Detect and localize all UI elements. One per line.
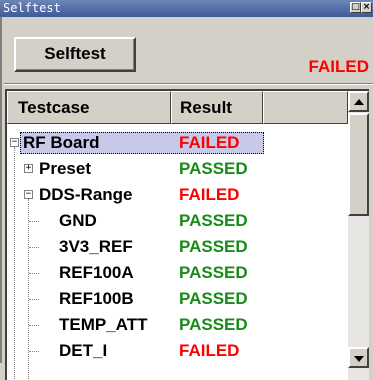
tree-connector [29,299,39,300]
tree-row[interactable]: REF100A PASSED [7,260,348,286]
result-badge: FAILED [179,341,240,360]
testcase-table[interactable]: Testcase Result − RF Board FAILED + Preset PA… [5,89,369,380]
tree-connector [29,273,39,274]
arrow-down-icon [354,356,364,362]
testcase-name: GND [59,211,97,230]
tree-row[interactable]: GND PASSED [7,208,348,234]
result-badge: PASSED [179,315,248,334]
tree-connector [29,325,39,326]
tree-connector [29,351,39,352]
title-bar: Selftest □ × [0,0,373,17]
table-header: Testcase Result [7,91,348,124]
testcase-name: REF100A [59,263,134,282]
testcase-name: 3V3_REF [59,237,133,256]
tree-row[interactable]: 3V3_REF PASSED [7,234,348,260]
testcase-name: Preset [39,159,91,178]
tree-row[interactable]: − DDS-Range FAILED [7,182,348,208]
tree-connector [29,247,39,248]
scroll-down-button[interactable] [348,347,369,368]
testcase-name: DDS-Range [39,185,133,204]
vertical-scrollbar[interactable] [348,91,369,380]
overall-status-label: FAILED [308,57,369,76]
column-header-result[interactable]: Result [171,91,263,124]
close-icon[interactable]: × [361,2,372,13]
tree-connector [29,221,39,222]
window-title: Selftest [3,1,61,15]
testcase-name: DET_I [59,341,108,360]
tree-row[interactable]: − RF Board FAILED [7,130,348,156]
result-badge: PASSED [179,263,248,282]
result-badge: PASSED [179,159,248,178]
window-body: Selftest FAILED Testcase Result − RF Boar… [0,17,373,380]
divider [4,83,373,85]
result-badge: PASSED [179,289,248,308]
testcase-name: TEMP_ATT [59,315,148,334]
column-header-empty[interactable] [263,91,348,124]
testcase-name: RF Board [23,133,100,152]
column-header-testcase[interactable]: Testcase [7,91,171,124]
result-badge: FAILED [179,185,240,204]
collapse-icon[interactable]: − [10,138,19,147]
scrollbar-thumb[interactable] [348,113,369,216]
result-badge: FAILED [179,133,240,152]
selftest-button[interactable]: Selftest [14,37,136,72]
tree-row[interactable]: DET_I FAILED [7,338,348,364]
tree-row[interactable]: TEMP_ATT PASSED [7,312,348,338]
maximize-icon[interactable]: □ [350,2,361,13]
testcase-name: REF100B [59,289,134,308]
collapse-icon[interactable]: − [24,190,33,199]
expand-icon[interactable]: + [24,164,33,173]
result-badge: PASSED [179,237,248,256]
result-badge: PASSED [179,211,248,230]
tree-row[interactable]: + Preset PASSED [7,156,348,182]
tree-row[interactable]: REF100B PASSED [7,286,348,312]
arrow-up-icon [354,99,364,105]
scroll-up-button[interactable] [348,91,369,112]
